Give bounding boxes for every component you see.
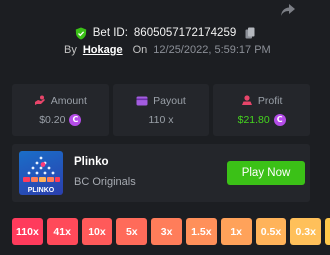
game-name: Plinko <box>74 156 109 168</box>
profit-icon <box>241 95 252 105</box>
by-label: By <box>64 44 77 56</box>
multiplier-row: 110x 41x 10x 5x 3x 1.5x 1x 0.5x 0.3x <box>12 218 330 246</box>
amount-label: Amount <box>50 94 87 107</box>
multiplier-slot: 1x <box>220 218 252 245</box>
bet-id-label: Bet ID: <box>92 27 128 39</box>
bet-id-row: Bet ID: 8605057172174259 <box>0 24 330 42</box>
multiplier-slot-partial <box>325 218 330 245</box>
payout-card: Payout 110 x <box>112 84 210 136</box>
game-provider: BC Originals <box>74 176 136 188</box>
coin-icon: C <box>273 113 286 126</box>
plinko-thumbnail[interactable]: PLINKO <box>19 151 63 195</box>
multiplier-slot: 0.5x <box>255 218 287 245</box>
on-label: On <box>132 44 148 56</box>
payout-value: 110 x <box>148 113 174 126</box>
copy-icon[interactable] <box>245 27 255 39</box>
share-icon[interactable] <box>280 3 296 17</box>
payout-label: Payout <box>153 94 186 107</box>
multiplier-slot: 110x <box>12 218 43 245</box>
multiplier-slot: 41x <box>46 218 78 245</box>
play-now-button[interactable]: Play Now <box>227 161 305 185</box>
amount-card: Amount $0.20 C <box>12 84 109 136</box>
multiplier-slot: 1.5x <box>185 218 217 245</box>
multiplier-slot: 0.3x <box>290 218 322 245</box>
profit-card: Profit $21.80 C <box>213 84 311 136</box>
bet-stats: Amount $0.20 C Payout 110 x Profit $21.8… <box>12 84 311 136</box>
bet-meta: By Hokage On 12/25/2022, 5:59:17 PM <box>64 42 271 58</box>
coin-icon: C <box>69 113 82 126</box>
card-icon <box>136 96 148 105</box>
multiplier-slot: 3x <box>151 218 182 245</box>
plinko-art-icon: PLINKO <box>23 156 60 194</box>
multiplier-slot: 5x <box>116 218 148 245</box>
game-card: PLINKO Plinko BC Originals Play Now <box>12 144 310 202</box>
profit-value: $21.80 <box>237 113 270 126</box>
verified-shield-icon <box>75 27 86 39</box>
money-icon <box>34 95 45 105</box>
profit-label: Profit <box>257 94 283 107</box>
bet-id-value: 8605057172174259 <box>133 27 237 39</box>
username-link[interactable]: Hokage <box>83 44 123 56</box>
bet-datetime: 12/25/2022, 5:59:17 PM <box>153 44 271 56</box>
amount-value: $0.20 <box>39 113 66 126</box>
thumb-title: PLINKO <box>28 187 55 194</box>
multiplier-slot: 10x <box>81 218 113 245</box>
